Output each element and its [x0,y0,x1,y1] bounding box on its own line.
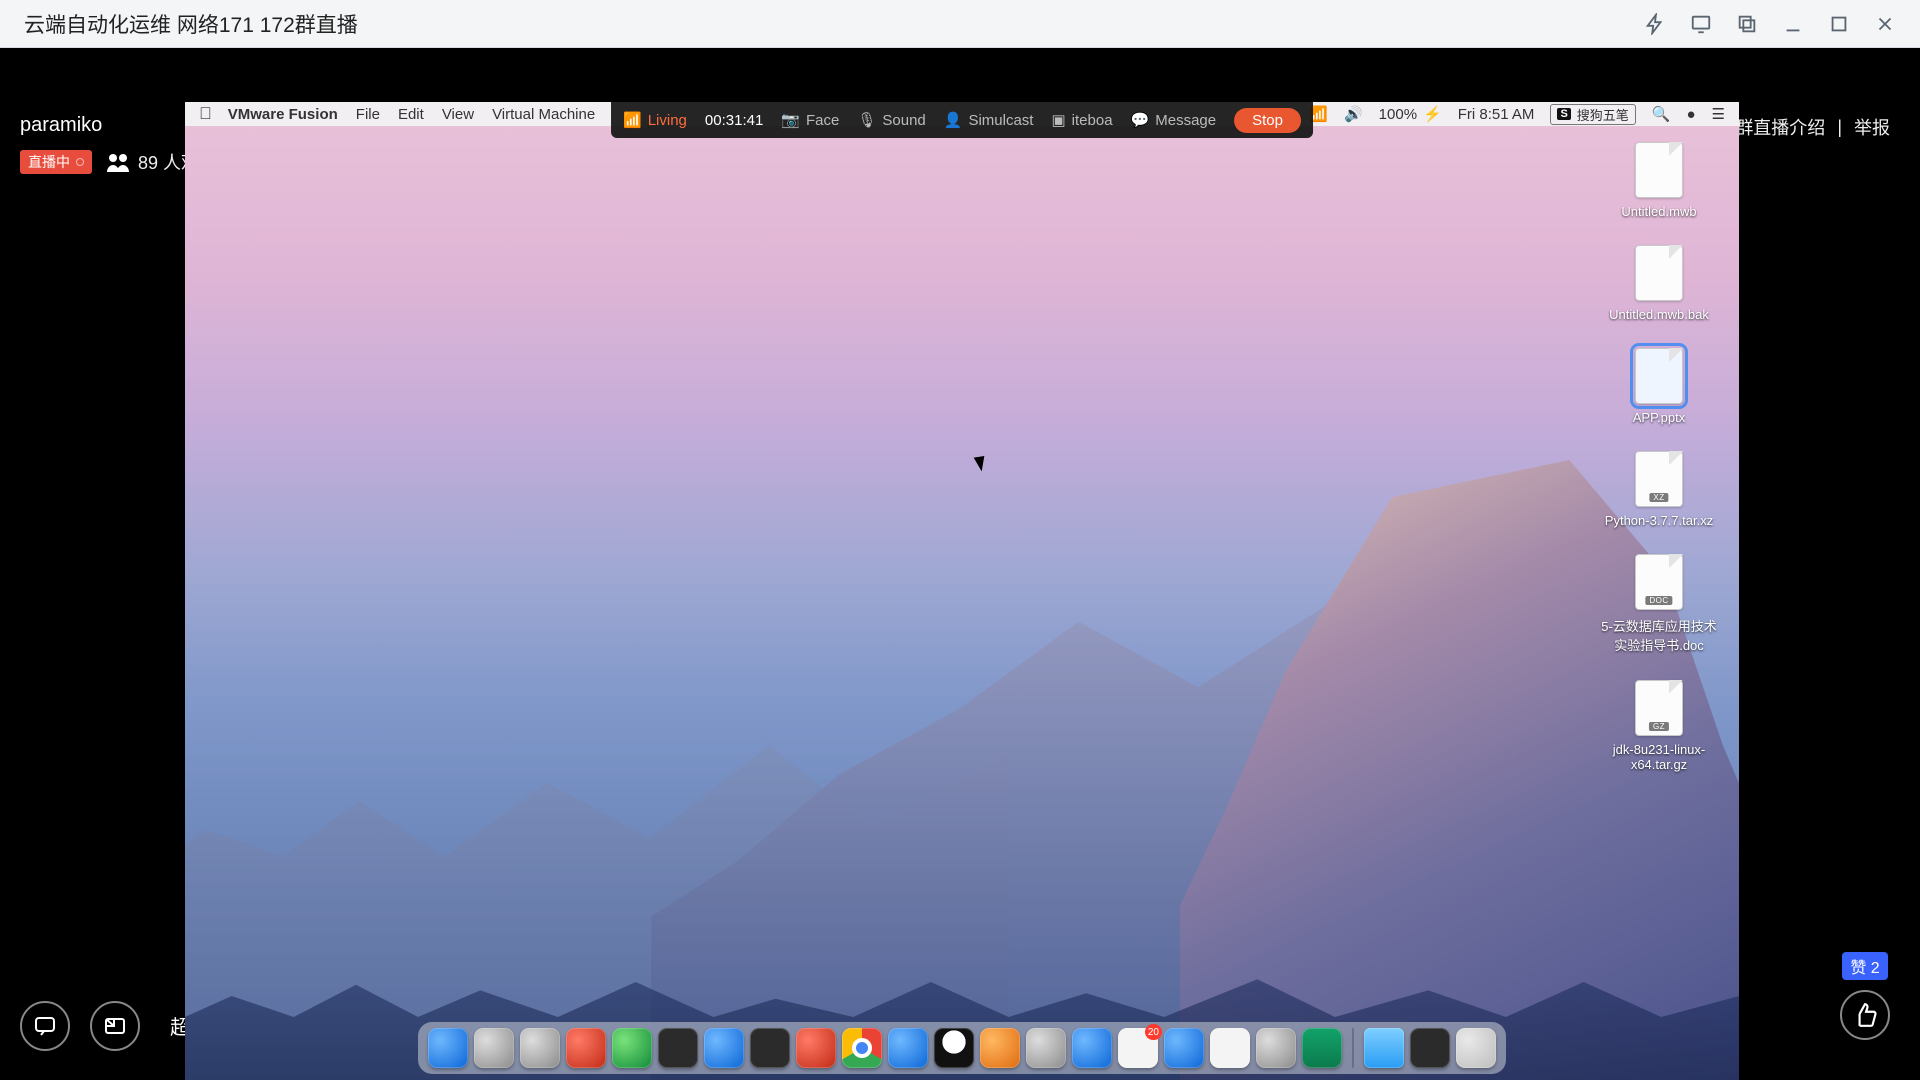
dock-item-netease[interactable] [796,1028,836,1068]
file-icon: XZ [1635,451,1683,507]
menubar-clock[interactable]: Fri 8:51 AM [1458,106,1535,123]
close-icon[interactable] [1874,13,1896,35]
maximize-icon[interactable] [1828,13,1850,35]
dock-item-app-red-badge[interactable]: 20 [1118,1028,1158,1068]
file-type-badge: GZ [1649,722,1669,731]
desktop-file[interactable]: Untitled.mwb [1599,142,1719,219]
macos-dock: 20 [418,1022,1506,1074]
menubar-item-view[interactable]: View [442,106,474,123]
window-title: 云端自动化运维 网络171 172群直播 [24,9,1644,39]
stream-toolbar: 📶 Living 00:31:41 📷 Face 🎙 Sound 👤 Simul… [611,102,1313,138]
toolbar-screen-icon[interactable] [1690,13,1712,35]
dock-item-qq[interactable] [934,1028,974,1068]
file-type-badge: XZ [1649,493,1668,502]
dock-item-finder[interactable] [428,1028,468,1068]
stream-status: 📶 Living [623,111,687,129]
wallpaper-mountains [185,460,1739,1080]
stream-simulcast-toggle[interactable]: 👤 Simulcast [944,111,1034,129]
thumbs-up-icon [1852,1002,1878,1028]
menubar-item-file[interactable]: File [356,106,380,123]
player-stage: paramiko 直播中 89 人观看 群直播介绍 | 举报 赞 2 超清 说点… [0,48,1920,1080]
dock-item-display[interactable] [1410,1028,1450,1068]
host-window-titlebar: 云端自动化运维 网络171 172群直播 [0,0,1920,48]
viewers-icon [106,152,130,172]
file-icon [1635,245,1683,301]
desktop-file[interactable]: APP.pptx [1599,348,1719,425]
dock-item-trash[interactable] [1456,1028,1496,1068]
dock-item-wechat[interactable] [612,1028,652,1068]
apple-icon[interactable]:  [199,104,212,124]
file-label: APP.pptx [1633,410,1686,425]
toolbar-bolt-icon[interactable] [1644,13,1666,35]
chat-toggle-button[interactable] [20,1001,70,1051]
spotlight-icon[interactable]: 🔍 [1652,105,1671,123]
dock-item-app-blue-1[interactable] [1072,1028,1112,1068]
file-label: 5-云数据库应用技术实验指导书.doc [1599,616,1719,654]
minimize-icon[interactable] [1782,13,1804,35]
file-icon [1635,142,1683,198]
dock-item-bird[interactable] [1210,1028,1250,1068]
dock-item-notes[interactable] [704,1028,744,1068]
file-label: Untitled.mwb.bak [1609,307,1709,322]
battery-status[interactable]: 100%⚡ [1379,105,1442,123]
dock-item-app-2[interactable] [566,1028,606,1068]
file-icon [1635,348,1683,404]
stream-stop-button[interactable]: Stop [1234,108,1301,133]
siri-icon[interactable]: ● [1686,106,1695,123]
menubar-app-name[interactable]: VMware Fusion [228,106,338,123]
desktop-file[interactable]: XZ Python-3.7.7.tar.xz [1599,451,1719,528]
dock-item-app-circle[interactable] [1256,1028,1296,1068]
file-icon: GZ [1635,680,1683,736]
dock-separator [1352,1028,1354,1068]
volume-icon[interactable]: 🔊 [1344,105,1363,123]
desktop-file[interactable]: Untitled.mwb.bak [1599,245,1719,322]
desktop-icons-column: Untitled.mwb Untitled.mwb.bak APP.pptx XZ Py… [1599,142,1719,772]
notification-center-icon[interactable]: ☰ [1712,105,1725,123]
link-intro[interactable]: 群直播介绍 [1735,114,1825,140]
file-label: Python-3.7.7.tar.xz [1605,513,1713,528]
stream-face-toggle[interactable]: 📷 Face [781,111,839,129]
file-type-badge: DOC [1645,596,1672,605]
dock-item-app-ds[interactable] [980,1028,1020,1068]
dock-item-terminal[interactable] [658,1028,698,1068]
desktop-file[interactable]: GZ jdk-8u231-linux-x64.tar.gz [1599,680,1719,772]
file-icon: DOC [1635,554,1683,610]
pip-button[interactable] [90,1001,140,1051]
dock-item-wps[interactable] [888,1028,928,1068]
menubar-item-edit[interactable]: Edit [398,106,424,123]
stream-sound-toggle[interactable]: 🎙 Sound [857,111,925,129]
file-label: jdk-8u231-linux-x64.tar.gz [1599,742,1719,772]
menubar-item-virtual-machine[interactable]: Virtual Machine [492,106,595,123]
dock-item-teams[interactable] [1164,1028,1204,1068]
dock-item-pycharm[interactable] [1302,1028,1342,1068]
stream-timer: 00:31:41 [705,112,763,129]
chat-icon [33,1014,57,1038]
live-badge: 直播中 [20,150,92,174]
dock-item-chrome[interactable] [842,1028,882,1068]
dock-item-music[interactable] [1026,1028,1066,1068]
dock-item-app-1[interactable] [520,1028,560,1068]
link-report[interactable]: 举报 [1854,114,1890,140]
stream-whiteboard-toggle[interactable]: ▣ iteboa [1051,111,1112,129]
shared-screen:  VMware Fusion File Edit View Virtual M… [185,102,1739,1080]
desktop-file[interactable]: DOC 5-云数据库应用技术实验指导书.doc [1599,554,1719,654]
link-separator: | [1837,117,1842,138]
stream-message-toggle[interactable]: 💬 Message [1131,111,1217,129]
dock-item-intellij[interactable] [750,1028,790,1068]
file-label: Untitled.mwb [1621,204,1696,219]
stream-links: 群直播介绍 | 举报 [1735,114,1890,140]
like-count-badge: 赞 2 [1842,952,1887,980]
pip-icon [103,1014,127,1038]
dock-badge: 20 [1145,1024,1162,1040]
ime-indicator[interactable]: S搜狗五笔 [1550,104,1635,125]
toolbar-copy-icon[interactable] [1736,13,1758,35]
like-button[interactable] [1840,990,1890,1040]
dock-item-launchpad[interactable] [474,1028,514,1068]
like-widget: 赞 2 [1840,952,1890,1040]
dock-item-folder[interactable] [1364,1028,1404,1068]
